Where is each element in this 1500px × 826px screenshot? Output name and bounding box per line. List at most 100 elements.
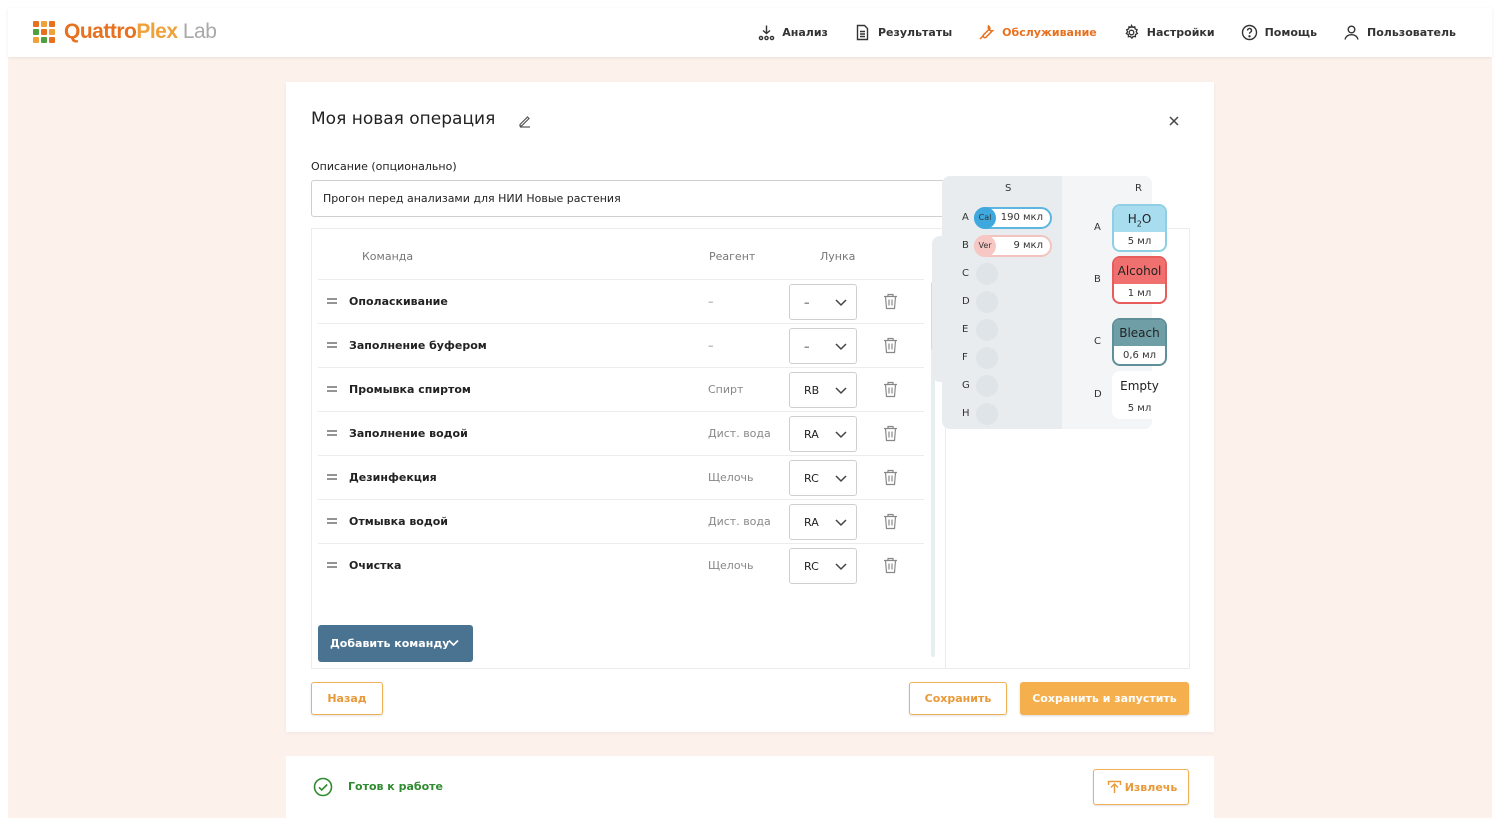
- trash-icon[interactable]: [883, 293, 898, 310]
- chevron-down-icon: [835, 475, 847, 483]
- sample-row-label: D: [962, 296, 970, 307]
- reagent-label: Alcohol: [1117, 264, 1162, 278]
- command-name: Заполнение буфером: [349, 339, 487, 352]
- drag-handle-icon[interactable]: [327, 561, 337, 569]
- back-button[interactable]: Назад: [311, 682, 383, 715]
- reagent-volume: 5 мл: [1127, 403, 1152, 414]
- nav-help[interactable]: Помощь: [1241, 24, 1317, 41]
- drag-handle-icon[interactable]: [327, 517, 337, 525]
- reagent-volume: 5 мл: [1127, 236, 1152, 247]
- help-icon: [1241, 24, 1257, 41]
- nav-settings[interactable]: Настройки: [1123, 24, 1215, 41]
- sample-well-a[interactable]: Cal 190 мкл: [974, 207, 1052, 229]
- header-reagent: Реагент: [709, 250, 756, 263]
- reagent-well-a[interactable]: H2O 5 мл: [1112, 204, 1167, 252]
- header-well: Лунка: [820, 250, 856, 263]
- save-and-run-button[interactable]: Сохранить и запустить: [1020, 682, 1189, 715]
- reagent-well-b[interactable]: Alcohol 1 мл: [1112, 256, 1167, 304]
- save-button[interactable]: Сохранить: [909, 682, 1007, 715]
- nav-user[interactable]: Пользователь: [1343, 24, 1456, 41]
- empty-well-c[interactable]: [976, 263, 998, 285]
- nav-results[interactable]: Результаты: [854, 24, 952, 41]
- logo-cell: [41, 21, 47, 27]
- trash-icon[interactable]: [883, 381, 898, 398]
- command-name: Промывка спиртом: [349, 383, 471, 396]
- well-select[interactable]: RC: [789, 548, 857, 584]
- wrench-icon: [979, 24, 995, 40]
- table-row: Дезинфекция Щелочь RC: [318, 455, 924, 499]
- empty-well-f[interactable]: [976, 347, 998, 369]
- command-name: Заполнение водой: [349, 427, 468, 440]
- reagent-well-c[interactable]: Bleach 0,6 мл: [1112, 318, 1167, 366]
- drag-handle-icon[interactable]: [327, 429, 337, 437]
- sample-row-label: A: [962, 212, 969, 223]
- empty-well-d[interactable]: [976, 291, 998, 313]
- logo-cell: [41, 29, 47, 35]
- command-name: Очистка: [349, 559, 402, 572]
- logo-cell: [33, 37, 39, 43]
- table-row: Заполнение буфером – –: [318, 323, 924, 367]
- empty-well-g[interactable]: [976, 375, 998, 397]
- commands-table: Команда Реагент Лунка Ополаскивание – – Зап…: [312, 229, 946, 668]
- drag-handle-icon[interactable]: [327, 341, 337, 349]
- well-select-value: –: [804, 296, 810, 309]
- well-select[interactable]: RB: [789, 372, 857, 408]
- header-command: Команда: [362, 250, 414, 263]
- app-logo[interactable]: QuattroPlex Lab: [33, 20, 217, 44]
- sample-row-label: C: [962, 268, 969, 279]
- reagent-well-d[interactable]: Empty 5 мл: [1112, 371, 1167, 419]
- trash-icon[interactable]: [883, 425, 898, 442]
- empty-well-h[interactable]: [976, 403, 998, 425]
- sample-row-label: G: [962, 380, 970, 391]
- plate-column-r: R: [1135, 183, 1142, 194]
- sample-row-label: E: [962, 324, 969, 335]
- close-icon[interactable]: [1167, 114, 1181, 128]
- reagent-name-area: H2O: [1114, 206, 1165, 232]
- sample-well-b[interactable]: Ver 9 мкл: [974, 235, 1052, 257]
- drag-handle-icon[interactable]: [327, 473, 337, 481]
- status-bar: Готов к работе Извлечь: [286, 756, 1214, 818]
- chevron-down-icon: [835, 519, 847, 527]
- table-row: Промывка спиртом Спирт RB: [318, 367, 924, 411]
- eject-button[interactable]: Извлечь: [1093, 769, 1189, 805]
- trash-icon[interactable]: [883, 337, 898, 354]
- reagent-volume: 0,6 мл: [1122, 350, 1157, 361]
- reagent-name: –: [708, 339, 714, 352]
- reagent-volume: 1 мл: [1127, 288, 1152, 299]
- logo-cell: [41, 37, 47, 43]
- trash-icon[interactable]: [883, 469, 898, 486]
- command-name: Дезинфекция: [349, 471, 437, 484]
- logo-text-lab: Lab: [177, 20, 217, 43]
- logo-text-quattro: Quattro: [64, 20, 137, 43]
- logo-text-plex: Plex: [136, 20, 178, 43]
- user-icon: [1344, 25, 1359, 40]
- trash-icon[interactable]: [883, 557, 898, 574]
- description-input[interactable]: [311, 180, 946, 217]
- trash-icon[interactable]: [883, 513, 898, 530]
- operation-editor-card: Моя новая операция Описание (опционально…: [286, 82, 1214, 732]
- reagent-label: Bleach: [1119, 326, 1160, 340]
- drag-handle-icon[interactable]: [327, 297, 337, 305]
- reagent-name: –: [708, 295, 714, 308]
- empty-well-e[interactable]: [976, 319, 998, 341]
- drag-handle-icon[interactable]: [327, 385, 337, 393]
- nav-analysis[interactable]: Анализ: [758, 24, 828, 41]
- well-select[interactable]: –: [789, 328, 857, 364]
- pencil-icon[interactable]: [518, 114, 532, 128]
- sample-code: Cal: [974, 207, 996, 229]
- add-command-button[interactable]: Добавить команду: [318, 625, 473, 662]
- reagent-name-area: Alcohol: [1114, 258, 1165, 284]
- reagent-row-label: B: [1094, 274, 1101, 285]
- nav-maintenance[interactable]: Обслуживание: [978, 24, 1097, 41]
- status-text: Готов к работе: [348, 780, 443, 793]
- well-select[interactable]: RA: [789, 416, 857, 452]
- well-select[interactable]: RA: [789, 504, 857, 540]
- reagent-name: Дист. вода: [708, 515, 771, 528]
- reagent-label: H: [1127, 212, 1137, 226]
- well-select[interactable]: –: [789, 284, 857, 320]
- well-select[interactable]: RC: [789, 460, 857, 496]
- reagent-row-label: D: [1094, 389, 1102, 400]
- reagent-name: Щелочь: [708, 559, 754, 572]
- chevron-down-icon: [835, 343, 847, 351]
- nav-settings-label: Настройки: [1146, 26, 1215, 39]
